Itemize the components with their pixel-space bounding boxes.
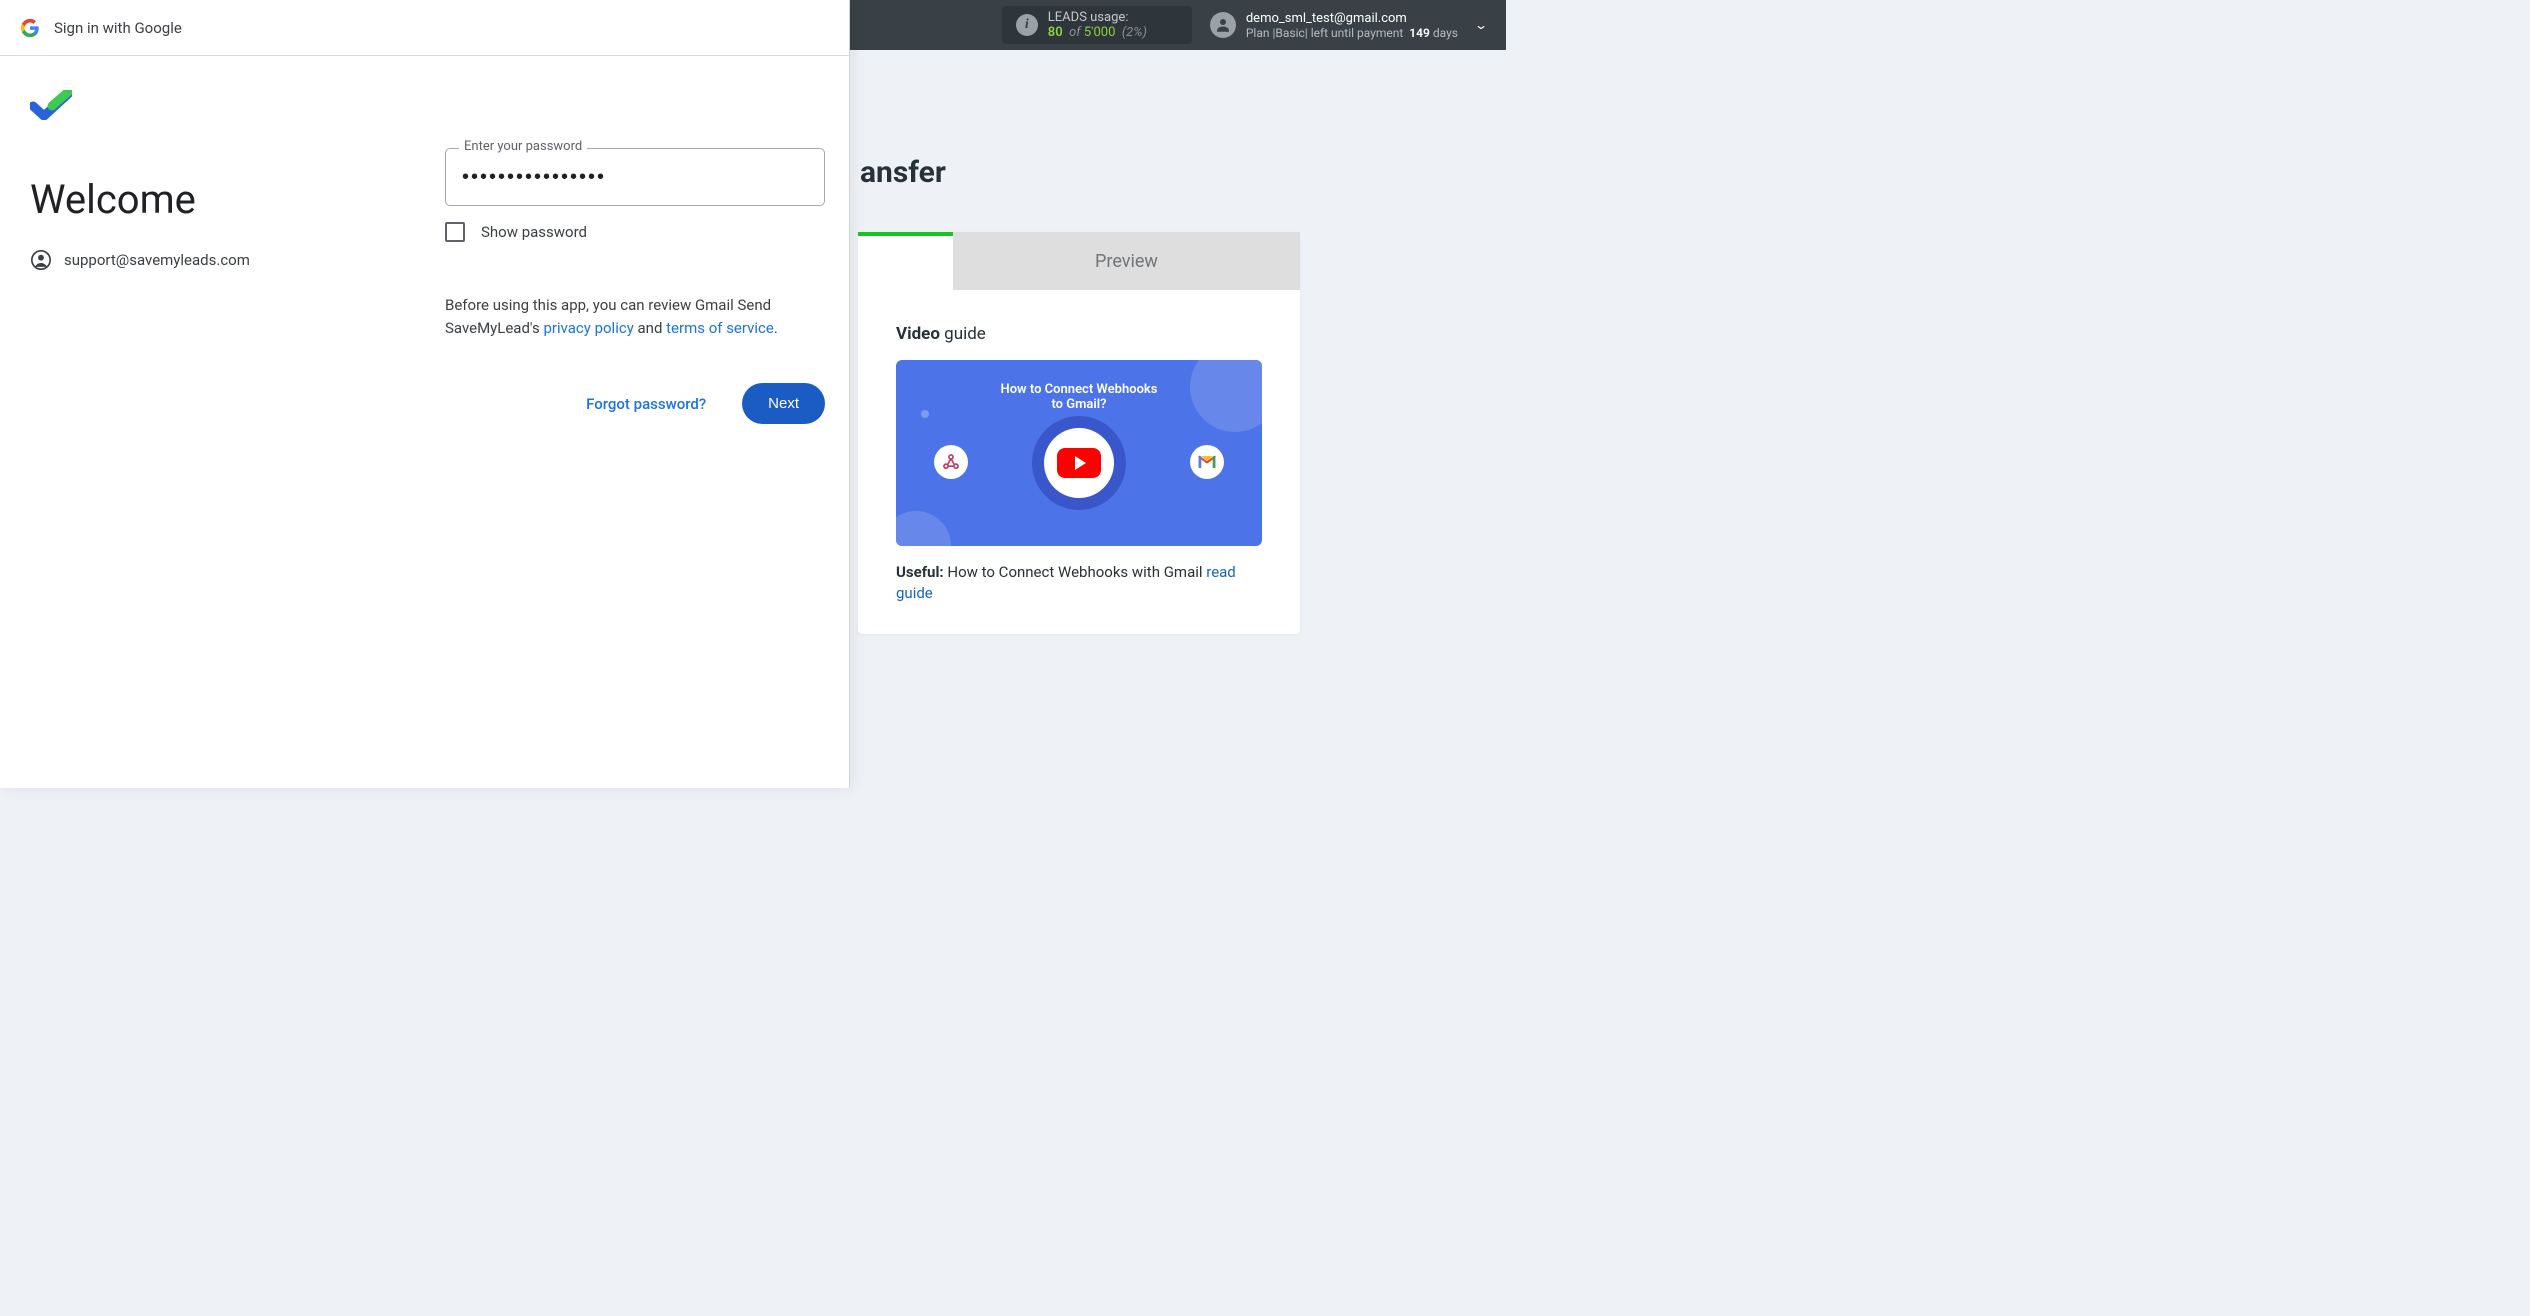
modal-header-text: Sign in with Google [54,19,182,37]
chevron-down-icon[interactable]: ⌄ [1474,18,1488,32]
forgot-password-link[interactable]: Forgot password? [586,395,706,413]
welcome-heading: Welcome [30,176,425,223]
leads-usage-block: i LEADS usage: 80 of 5'000 (2%) [1002,6,1192,44]
terms-of-service-link[interactable]: terms of service [666,319,774,337]
google-logo-icon [20,18,40,38]
leads-label: LEADS usage: [1048,10,1147,25]
email-chip: support@savemyleads.com [30,249,425,271]
show-password-toggle[interactable]: Show password [445,222,825,242]
checkbox-icon [445,222,465,242]
account-email: demo_sml_test@gmail.com [1246,11,1458,26]
page-title-fragment: ansfer [860,155,946,190]
tab-preview[interactable]: Preview [953,232,1300,290]
privacy-policy-link[interactable]: privacy policy [543,319,633,337]
webhook-icon [934,445,968,479]
play-icon [1044,428,1114,498]
signed-in-email: support@savemyleads.com [64,251,250,269]
password-label: Enter your password [459,139,587,154]
video-guide-heading: Video guide [896,324,1262,344]
gmail-icon [1190,445,1224,479]
person-icon [30,249,52,271]
app-logo-icon [30,90,72,120]
policy-text: Before using this app, you can review Gm… [445,294,825,339]
account-plan: Plan |Basic| left until payment 149 days [1246,26,1458,40]
avatar-icon [1210,12,1236,38]
next-button[interactable]: Next [742,383,825,424]
password-input[interactable] [445,148,825,206]
tab-active[interactable] [858,232,953,290]
show-password-label: Show password [481,223,587,241]
info-icon: i [1016,14,1038,36]
useful-text: Useful: How to Connect Webhooks with Gma… [896,562,1262,604]
side-card: Preview Video guide How to Connect Webho… [858,232,1300,634]
video-thumb-title: How to Connect Webhooksto Gmail? [896,382,1262,412]
google-signin-modal: Sign in with Google Welcome support@save… [0,0,850,788]
account-block[interactable]: demo_sml_test@gmail.com Plan |Basic| lef… [1210,11,1458,40]
modal-header: Sign in with Google [0,0,849,56]
video-thumbnail[interactable]: How to Connect Webhooksto Gmail? [896,360,1262,546]
leads-values: 80 of 5'000 (2%) [1048,25,1147,40]
